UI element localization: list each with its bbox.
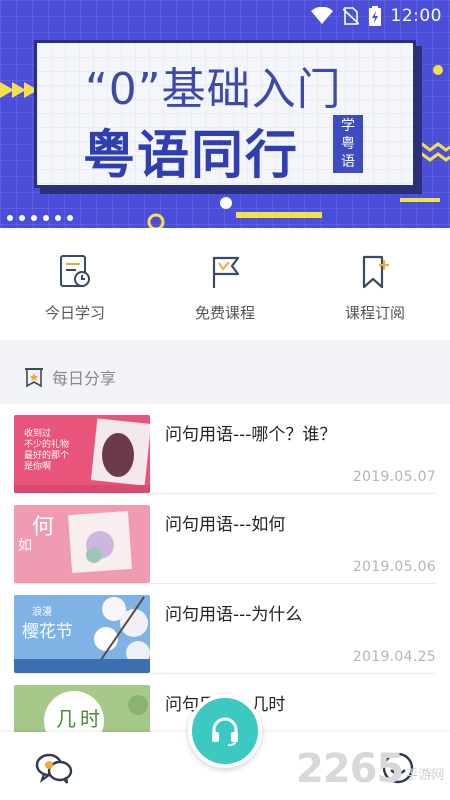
list-item[interactable]: 何 如 问句用语---如何 2019.05.06 (14, 494, 436, 584)
banner-badge: 学 粤 语 (333, 115, 363, 173)
article-thumbnail: 何 如 (14, 505, 150, 583)
thumbnail-caption: 时 (80, 707, 100, 731)
watermark-text: 手游网 (405, 767, 445, 783)
thumbnail-line: 收到过 (24, 429, 52, 439)
clock: 12:00 (390, 6, 442, 26)
list-item[interactable]: 浪漫 樱花节 问句用语---为什么 2019.04.25 (14, 584, 436, 674)
article-title: 问句用语---如何 (165, 515, 286, 535)
course-subscription-label: 课程订阅 (344, 304, 405, 322)
banner-headline: “0”基础入门 (85, 64, 342, 115)
wifi-icon (310, 7, 333, 24)
thumbnail-line: 是你啊 (24, 462, 52, 472)
battery-charging-icon (368, 6, 381, 26)
article-content: 问句用语---哪个？谁？ 2019.05.07 (165, 404, 436, 493)
quick-menu: 今日学习 免费课程 课程订阅 (0, 228, 450, 340)
audio-fab-button[interactable] (188, 694, 262, 768)
app-screen: “0”基础入门 粤语同行 学 粤 语 12:00 今日学习 免费课程 课程订阅 … (0, 0, 450, 800)
article-thumbnail: 收到过 不少的礼物 最好的那个 是你啊 (14, 415, 150, 493)
today-study-button[interactable]: 今日学习 (15, 228, 135, 323)
bookmark-plus-icon (362, 255, 389, 289)
no-sim-icon (342, 7, 359, 25)
status-bar: 12:00 (0, 0, 450, 32)
chat-bubbles-icon (35, 753, 73, 784)
thumbnail-caption: 收到过 不少的礼物 最好的那个 是你啊 (24, 429, 69, 473)
thumbnail-caption: 何 (32, 515, 55, 540)
article-date: 2019.04.25 (352, 649, 436, 665)
badge-char: 粤 (341, 136, 355, 152)
thumbnail-caption: 几 (56, 707, 76, 731)
article-title: 问句用语---为什么 (165, 605, 303, 625)
list-item[interactable]: 收到过 不少的礼物 最好的那个 是你啊 问句用语---哪个？谁？ 2019.05… (14, 404, 436, 494)
flag-icon (212, 256, 240, 288)
thumbnail-line: 不少的礼物 (24, 440, 70, 450)
article-thumbnail: 浪漫 樱花节 (14, 595, 150, 673)
article-date: 2019.05.06 (352, 559, 436, 575)
today-study-label: 今日学习 (44, 304, 105, 322)
banner-card: “0”基础入门 粤语同行 学 粤 语 (34, 40, 416, 188)
free-course-button[interactable]: 免费课程 (165, 228, 285, 323)
daily-share-title: 每日分享 (52, 369, 117, 388)
star-banner-icon (25, 368, 43, 388)
badge-char: 学 (341, 118, 355, 134)
article-title: 问句用语---哪个？谁？ (165, 425, 337, 445)
nav-community-button[interactable] (34, 752, 74, 788)
thumbnail-caption: 浪漫 (32, 607, 52, 618)
thumbnail-caption: 如 (18, 538, 32, 554)
course-subscription-button[interactable]: 课程订阅 (315, 228, 435, 323)
watermark-number: 2265 (296, 746, 404, 792)
promo-banner[interactable]: “0”基础入门 粤语同行 学 粤 语 (0, 0, 450, 228)
banner-title: 粤语同行 (83, 126, 300, 186)
badge-char: 语 (341, 154, 355, 170)
section-divider (0, 340, 450, 350)
article-content: 问句用语---如何 2019.05.06 (165, 494, 436, 583)
article-date: 2019.05.07 (352, 469, 436, 485)
thumbnail-line: 最好的那个 (24, 451, 70, 461)
site-watermark: 2265 手游网 (296, 744, 444, 794)
calendar-clock-icon (60, 255, 90, 287)
headset-icon (212, 717, 238, 746)
thumbnail-caption: 樱花节 (22, 622, 73, 642)
daily-share-header: 每日分享 (0, 350, 450, 404)
free-course-label: 免费课程 (194, 304, 255, 322)
article-content: 问句用语---为什么 2019.04.25 (165, 584, 436, 673)
